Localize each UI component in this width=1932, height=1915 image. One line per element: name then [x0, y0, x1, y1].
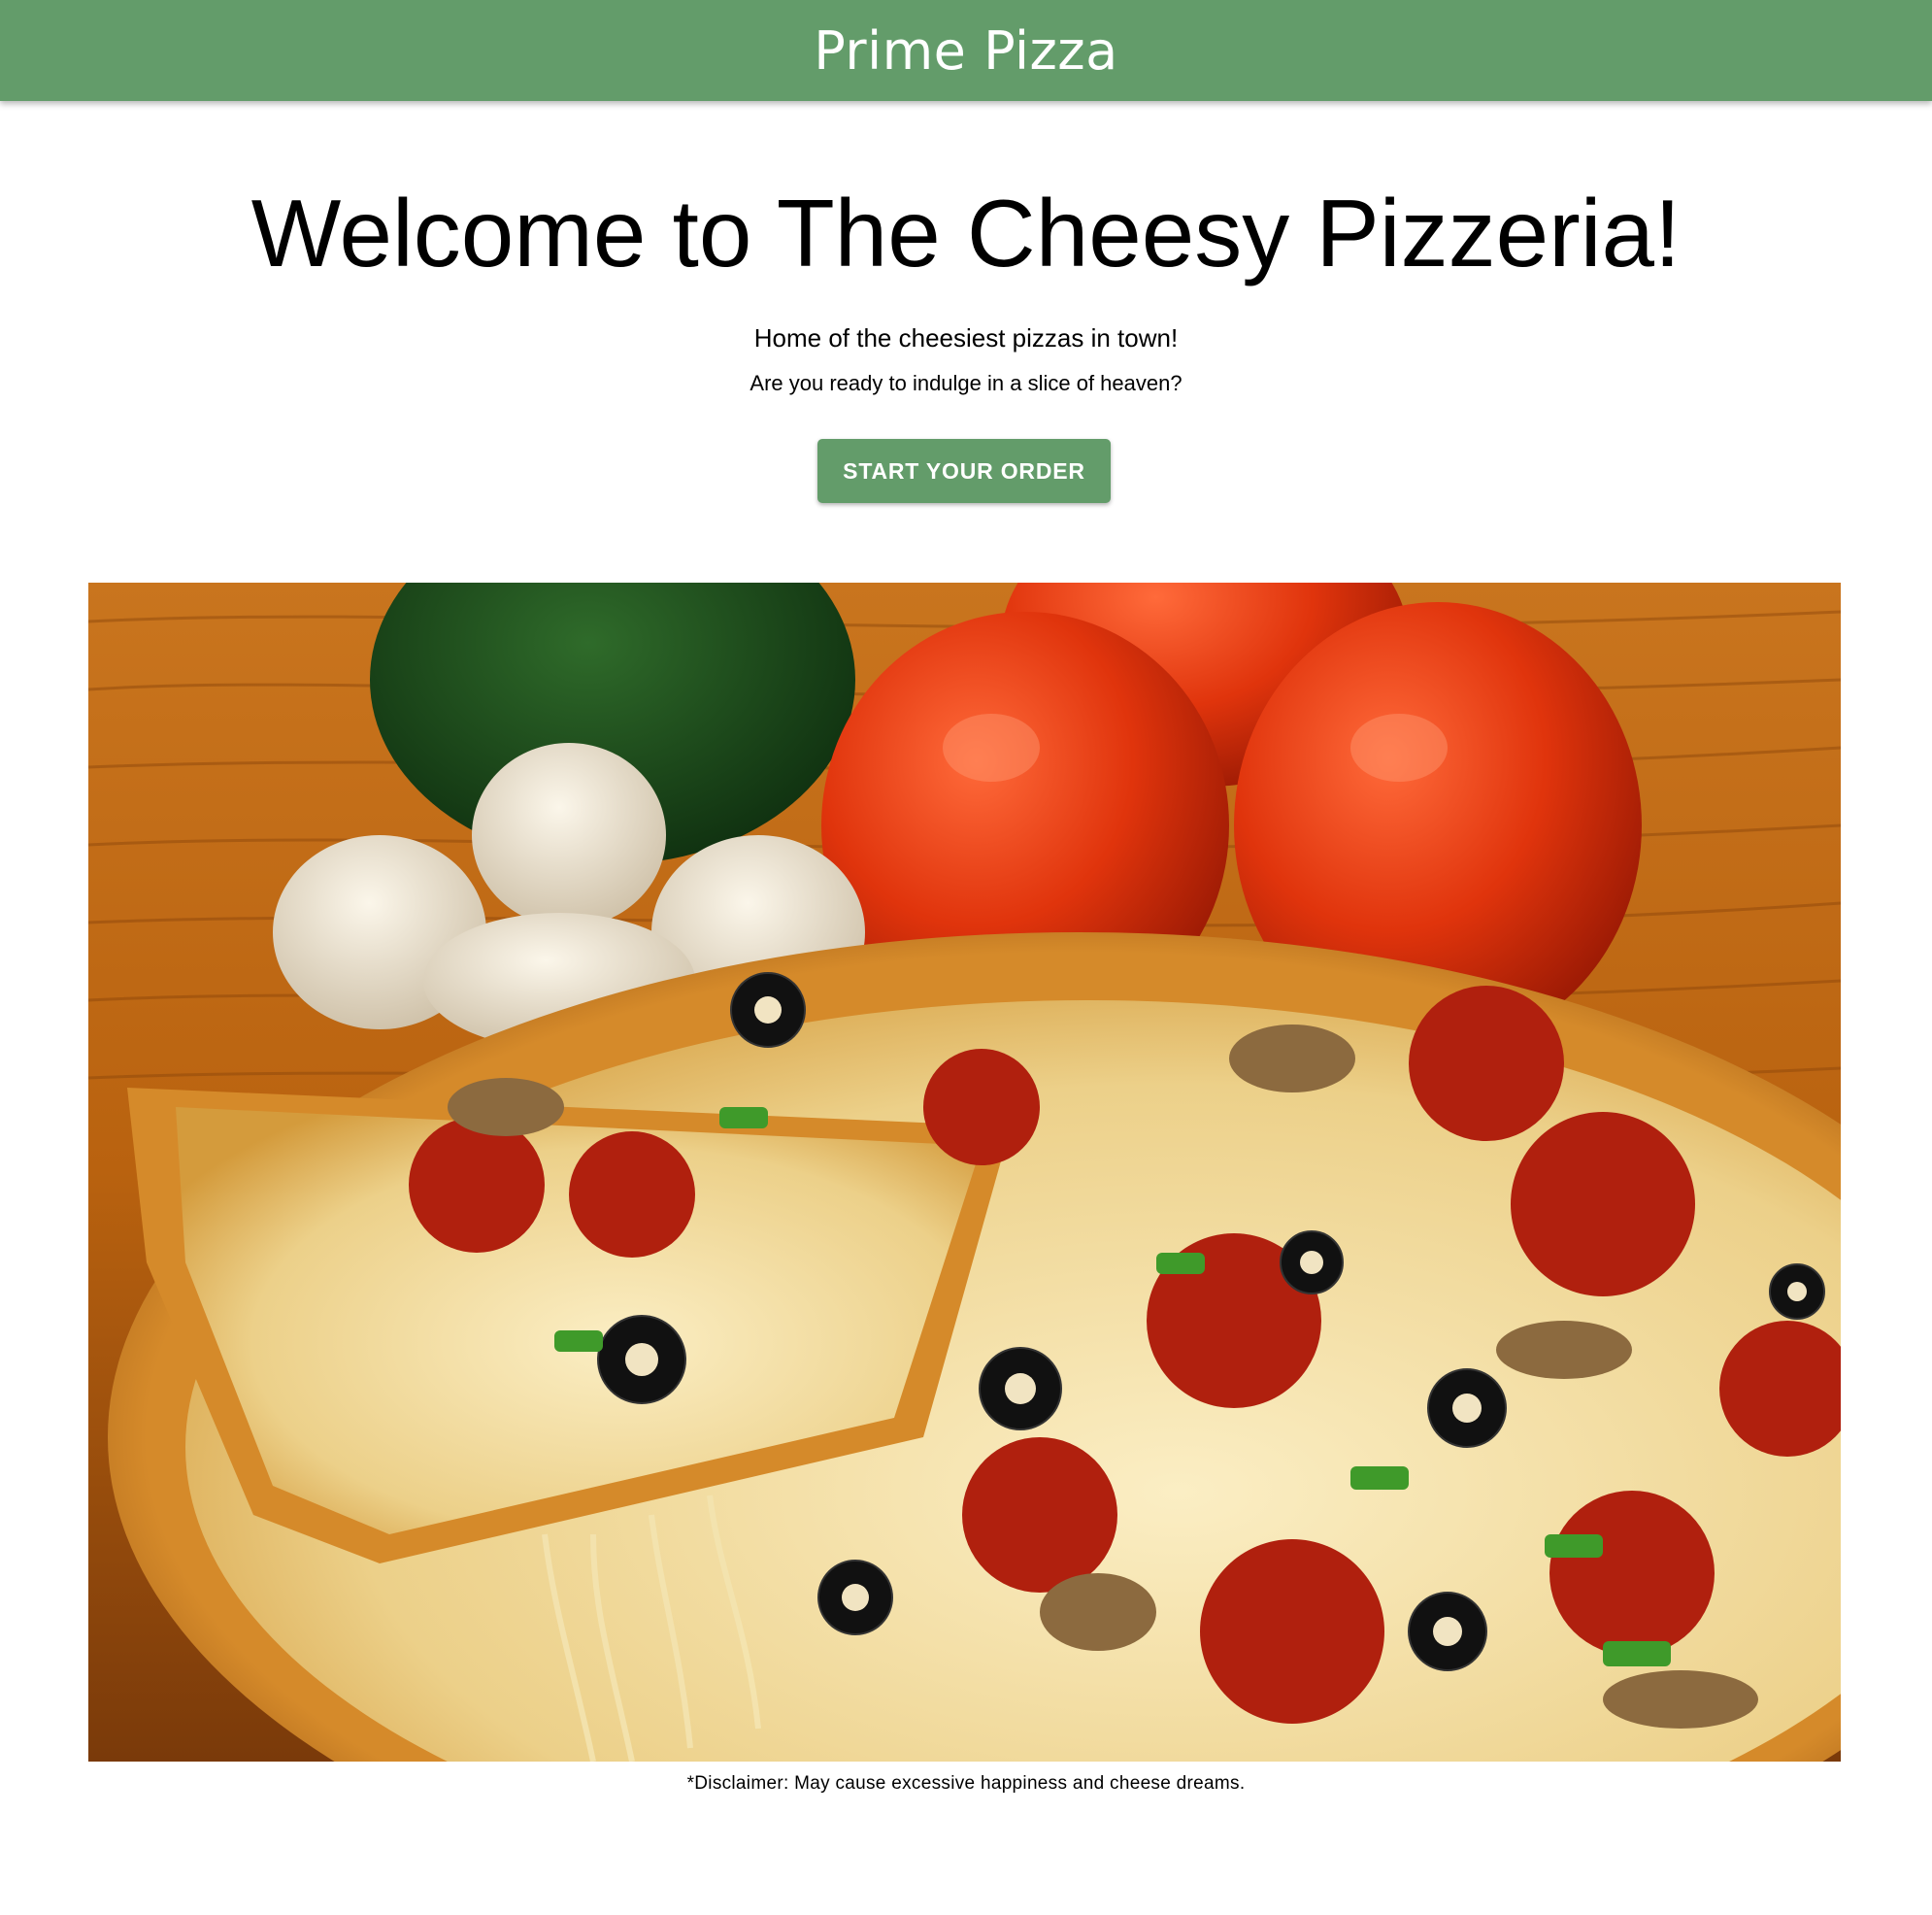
disclaimer-text: *Disclaimer: May cause excessive happine…	[686, 1773, 1246, 1794]
page-title: Welcome to The Cheesy Pizzeria!	[250, 180, 1682, 286]
tagline: Home of the cheesiest pizzas in town!	[753, 323, 1179, 353]
pizza-photo	[88, 583, 1841, 1762]
start-order-button[interactable]: START YOUR ORDER	[817, 439, 1111, 503]
app-bar: Prime Pizza	[0, 0, 1932, 101]
subtagline: Are you ready to indulge in a slice of h…	[749, 371, 1183, 395]
app-title: Prime Pizza	[814, 19, 1118, 82]
